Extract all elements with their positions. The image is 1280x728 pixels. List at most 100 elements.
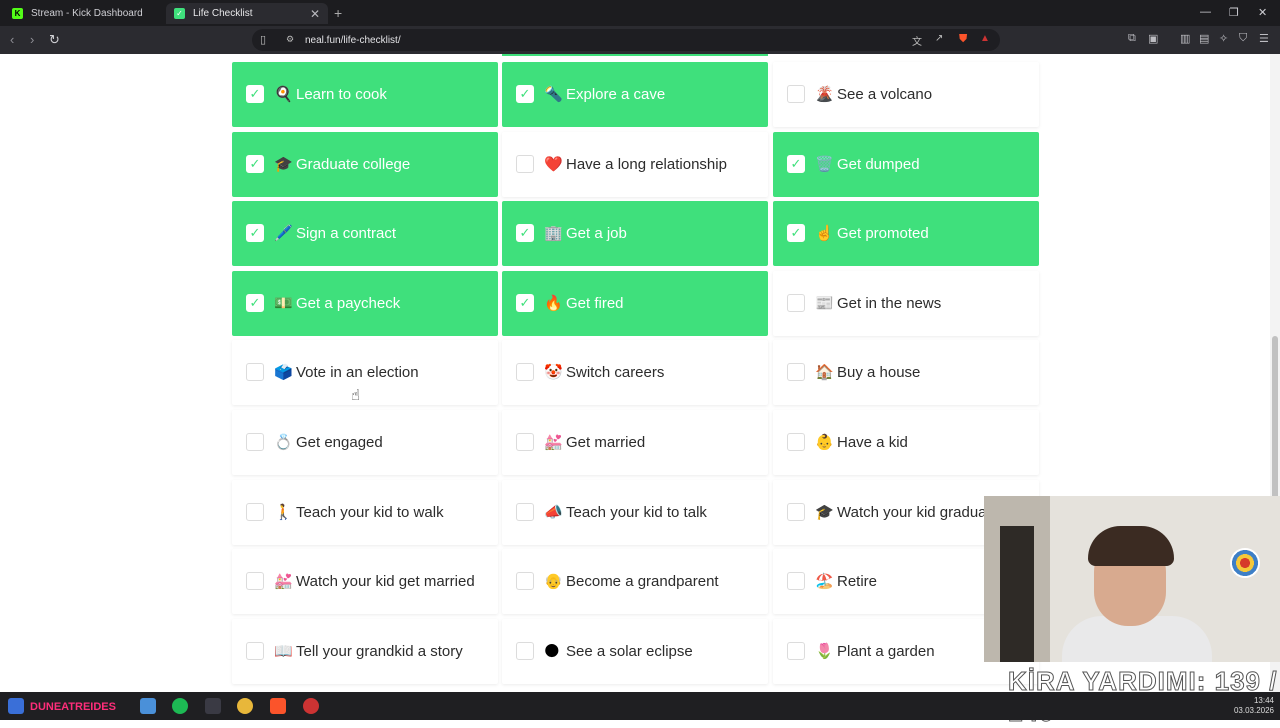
checkbox[interactable] <box>787 642 805 660</box>
checklist-item[interactable]: ✓ ☝️ Get promoted <box>773 201 1039 266</box>
checklist-item[interactable]: 🗳️ Vote in an election <box>232 340 498 405</box>
checklist-item[interactable]: 📖 Tell your grandkid a story <box>232 619 498 684</box>
checklist-item[interactable]: 💒 Get married <box>502 410 768 475</box>
wallet-icon[interactable]: ▣ <box>1148 32 1158 45</box>
checkbox-checked[interactable]: ✓ <box>246 155 264 173</box>
menu-icon[interactable]: ☰ <box>1259 32 1269 45</box>
obs-icon[interactable] <box>303 698 319 714</box>
tab-search-icon[interactable]: ▤ <box>1199 32 1209 45</box>
checkbox[interactable] <box>246 572 264 590</box>
checklist-item[interactable]: 🌑 See a solar eclipse <box>502 619 768 684</box>
item-label: See a solar eclipse <box>566 643 693 660</box>
checklist-item[interactable]: ✓ 🔥 Get fired <box>502 271 768 336</box>
bookmark-icon[interactable]: ▯ <box>260 33 266 46</box>
vpn-icon[interactable]: ⛉ <box>1239 32 1247 45</box>
checkbox[interactable] <box>787 503 805 521</box>
extensions-icon[interactable]: ⧉ <box>1128 32 1136 45</box>
share-icon[interactable]: ↗ <box>935 33 943 44</box>
webcam-doorway <box>1000 526 1034 662</box>
clock: 13:44 03.03.2026 <box>1234 696 1274 716</box>
item-label: Switch careers <box>566 364 665 381</box>
checklist-item[interactable]: 👴 Become a grandparent <box>502 549 768 614</box>
restore-icon[interactable]: ❐ <box>1229 6 1239 19</box>
checkbox[interactable] <box>787 433 805 451</box>
item-emoji-icon: ☝️ <box>815 225 834 242</box>
close-tab-icon[interactable]: ✕ <box>310 7 320 21</box>
rewards-icon[interactable]: ▲ <box>980 33 990 44</box>
calculator-icon[interactable] <box>205 698 221 714</box>
checkbox[interactable] <box>516 642 534 660</box>
checkbox[interactable] <box>516 572 534 590</box>
checkbox-checked[interactable]: ✓ <box>246 294 264 312</box>
checkbox[interactable] <box>246 642 264 660</box>
reload-icon[interactable]: ↻ <box>49 32 60 48</box>
checklist-item[interactable]: 🤡 Switch careers <box>502 340 768 405</box>
brave-icon[interactable] <box>270 698 286 714</box>
checklist-item[interactable]: 💒 Watch your kid get married <box>232 549 498 614</box>
tab-title: Life Checklist <box>193 8 253 19</box>
item-label: Plant a garden <box>837 643 935 660</box>
checkbox[interactable] <box>787 294 805 312</box>
clock-date: 03.03.2026 <box>1233 706 1274 715</box>
checklist-item[interactable]: ✓ 🍳 Learn to cook <box>232 62 498 127</box>
item-emoji-icon: 🚶 <box>274 504 293 521</box>
checkbox[interactable] <box>246 503 264 521</box>
checklist-item[interactable]: 👶 Have a kid <box>773 410 1039 475</box>
checklist-item[interactable]: ✓ 🔦 Explore a cave <box>502 62 768 127</box>
checkbox-checked[interactable]: ✓ <box>787 155 805 173</box>
kick-icon: K <box>12 8 23 19</box>
checklist-item[interactable]: ✓ 🎓 Graduate college <box>232 132 498 197</box>
checkbox-checked[interactable]: ✓ <box>787 224 805 242</box>
forward-icon[interactable]: › <box>30 32 34 47</box>
translate-icon[interactable]: 文 <box>912 33 922 48</box>
back-icon[interactable]: ‹ <box>10 32 14 47</box>
brave-shield-icon[interactable]: ⛊ <box>959 33 967 46</box>
leo-ai-icon[interactable]: ✧ <box>1219 32 1228 45</box>
new-tab-icon[interactable]: + <box>334 5 342 21</box>
checklist-item[interactable]: 💍 Get engaged <box>232 410 498 475</box>
app-icon[interactable] <box>140 698 156 714</box>
chrome-icon[interactable] <box>237 698 253 714</box>
address-bar[interactable]: ▯ ⚙ neal.fun/life-checklist/ 文 ↗ ⛊ ▲ <box>252 29 1000 51</box>
checkbox-checked[interactable]: ✓ <box>516 294 534 312</box>
checkbox-checked[interactable]: ✓ <box>246 224 264 242</box>
checkbox[interactable] <box>516 503 534 521</box>
item-emoji-icon: 🏠 <box>815 364 834 381</box>
checkbox[interactable] <box>787 572 805 590</box>
checklist-item[interactable]: ✓ 🖊️ Sign a contract <box>232 201 498 266</box>
spotify-icon[interactable] <box>172 698 188 714</box>
checklist-item[interactable]: 🌋 See a volcano <box>773 62 1039 127</box>
checklist-item[interactable]: ✓ 🗑️ Get dumped <box>773 132 1039 197</box>
checkbox-checked[interactable]: ✓ <box>516 224 534 242</box>
sidebar-icon[interactable]: ▥ <box>1180 32 1190 45</box>
checkbox-checked[interactable]: ✓ <box>516 85 534 103</box>
item-label: Learn to cook <box>296 86 387 103</box>
minimize-icon[interactable]: — <box>1200 6 1211 18</box>
navigation-bar: ‹ › ↻ ▯ ⚙ neal.fun/life-checklist/ 文 ↗ ⛊… <box>0 26 1280 54</box>
checkbox-checked[interactable]: ✓ <box>246 85 264 103</box>
checkbox[interactable] <box>516 155 534 173</box>
close-window-icon[interactable]: ✕ <box>1258 6 1267 19</box>
item-emoji-icon: 👴 <box>544 573 563 590</box>
site-info-icon[interactable]: ⚙ <box>286 34 294 45</box>
start-icon[interactable] <box>8 698 24 714</box>
checkbox[interactable] <box>516 433 534 451</box>
checklist-item[interactable]: ✓ 🏢 Get a job <box>502 201 768 266</box>
checkbox[interactable] <box>246 363 264 381</box>
checklist-item[interactable]: 📣 Teach your kid to talk <box>502 480 768 545</box>
checkbox[interactable] <box>516 363 534 381</box>
url-text: neal.fun/life-checklist/ <box>305 34 401 46</box>
tab-life-checklist[interactable]: ✓ Life Checklist ✕ <box>166 3 328 24</box>
checklist-item[interactable]: 🚶 Teach your kid to walk <box>232 480 498 545</box>
tab-kick-dashboard[interactable]: K Stream - Kick Dashboard <box>4 3 166 24</box>
checklist-item[interactable]: ❤️ Have a long relationship <box>502 132 768 197</box>
item-emoji-icon: 💵 <box>274 295 293 312</box>
checkbox[interactable] <box>246 433 264 451</box>
item-label: Sign a contract <box>296 225 397 242</box>
checkbox[interactable] <box>787 363 805 381</box>
checklist-item[interactable]: ✓ 💵 Get a paycheck <box>232 271 498 336</box>
item-emoji-icon: 🤡 <box>544 364 563 381</box>
checklist-item[interactable]: 🏠 Buy a house <box>773 340 1039 405</box>
checklist-item[interactable]: 📰 Get in the news <box>773 271 1039 336</box>
checkbox[interactable] <box>787 85 805 103</box>
